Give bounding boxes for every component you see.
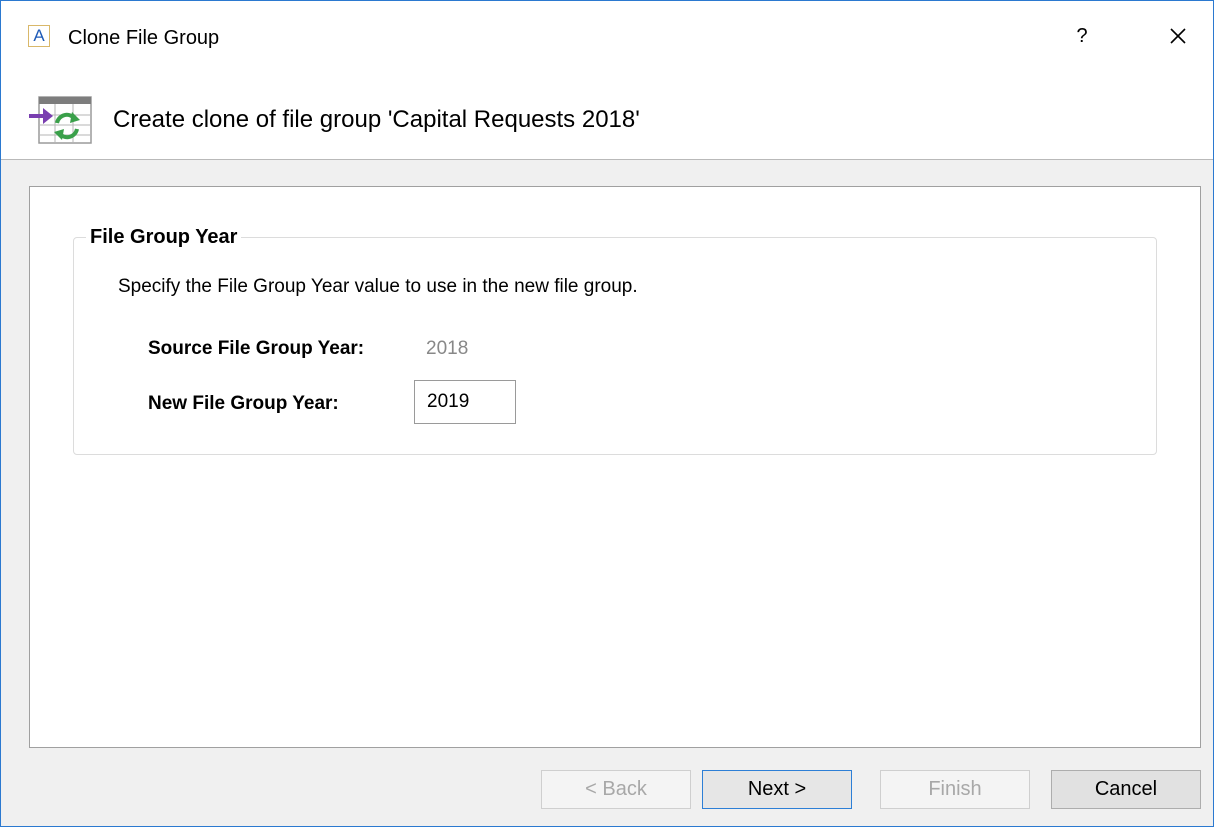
file-group-year-groupbox: File Group Year Specify the File Group Y… <box>73 226 1157 455</box>
next-button[interactable]: Next > <box>702 770 852 809</box>
clone-file-group-dialog: A Clone File Group ? Create clone of fil… <box>0 0 1214 827</box>
finish-button[interactable]: Finish <box>880 770 1030 809</box>
window-title: Clone File Group <box>68 27 220 49</box>
group-description: Specify the File Group Year value to use… <box>118 276 638 297</box>
new-year-label: New File Group Year: <box>148 393 339 414</box>
source-year-value: 2018 <box>426 338 469 359</box>
back-button[interactable]: < Back <box>541 770 691 809</box>
cancel-button[interactable]: Cancel <box>1051 770 1201 809</box>
wizard-header: Create clone of file group 'Capital Requ… <box>1 77 1213 160</box>
app-icon: A <box>28 25 50 47</box>
help-button[interactable]: ? <box>1065 19 1099 53</box>
close-button[interactable] <box>1161 19 1195 53</box>
title-bar: A Clone File Group ? <box>1 1 1213 77</box>
close-icon <box>1170 28 1186 44</box>
groupbox-legend: File Group Year <box>86 226 242 249</box>
wizard-clone-icon <box>29 96 92 144</box>
wizard-content-panel: File Group Year Specify the File Group Y… <box>29 186 1201 748</box>
header-title: Create clone of file group 'Capital Requ… <box>113 106 640 133</box>
source-year-label: Source File Group Year: <box>148 338 365 359</box>
new-year-input[interactable] <box>414 380 516 424</box>
